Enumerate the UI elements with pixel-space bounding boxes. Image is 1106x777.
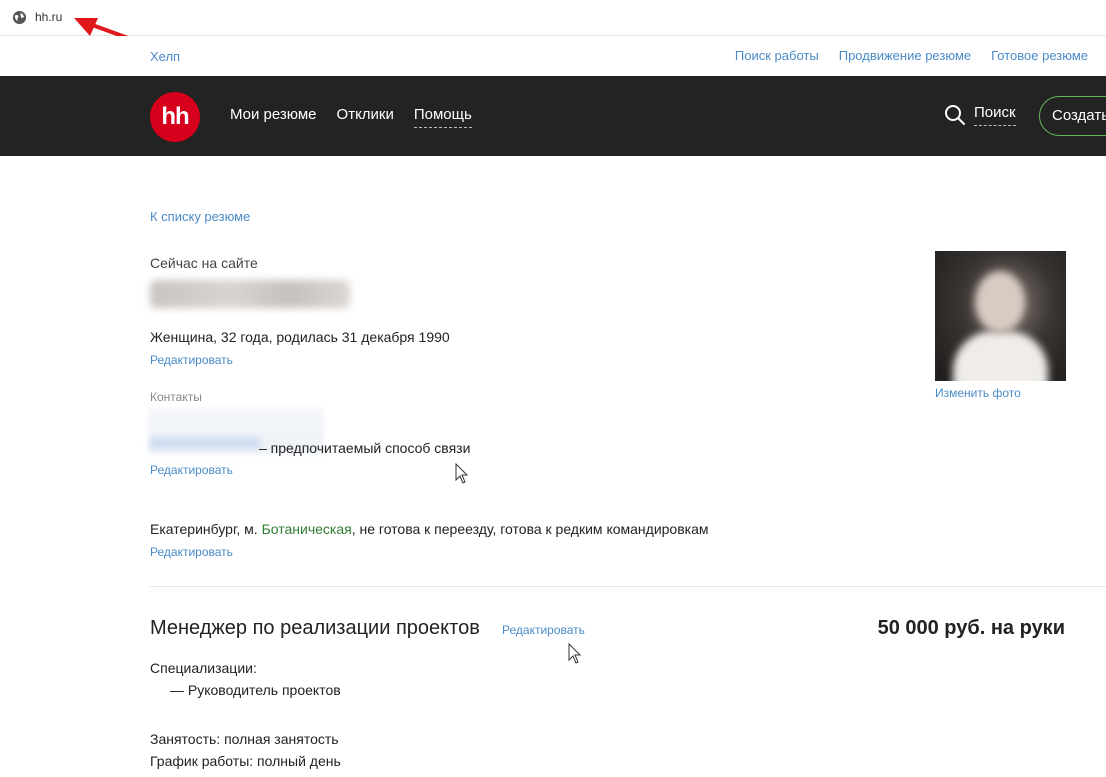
candidate-bio: Женщина, 32 года, родилась 31 декабря 19…: [150, 329, 450, 345]
mouse-cursor-icon: [455, 463, 469, 484]
edit-position-link[interactable]: Редактировать: [502, 623, 585, 637]
search-icon: [945, 105, 965, 125]
mouse-cursor-icon: [568, 643, 582, 664]
search-button[interactable]: Поиск: [944, 104, 1016, 126]
position-title: Менеджер по реализации проектов: [150, 617, 480, 639]
change-photo-link[interactable]: Изменить фото: [935, 386, 1021, 400]
hh-logo[interactable]: hh: [150, 92, 200, 142]
contacts-label: Контакты: [150, 390, 202, 404]
main-nav: Мои резюме Отклики Помощь: [230, 106, 472, 128]
work-schedule: График работы: полный день: [150, 753, 341, 769]
create-resume-button[interactable]: Создать: [1039, 96, 1106, 136]
contact-preference: – предпочитаемый способ связи: [259, 440, 471, 456]
back-to-resumes-link[interactable]: К списку резюме: [150, 209, 250, 224]
location-info: Екатеринбург, м. Ботаническая, не готова…: [150, 521, 709, 537]
edit-contacts-link[interactable]: Редактировать: [150, 463, 233, 477]
location-city: Екатеринбург, м.: [150, 521, 262, 537]
globe-icon: [12, 10, 27, 25]
specialization-item: — Руководитель проектов: [170, 682, 341, 698]
top-navigation: Хелп Поиск работы Продвижение резюме Гот…: [0, 36, 1106, 76]
find-job-link[interactable]: Поиск работы: [735, 48, 819, 63]
metro-station[interactable]: Ботаническая: [262, 521, 352, 537]
top-links: Поиск работы Продвижение резюме Готовое …: [735, 48, 1088, 63]
location-rest: , не готова к переезду, готова к редким …: [351, 521, 709, 537]
section-divider: [150, 586, 1106, 587]
nav-help[interactable]: Помощь: [413, 106, 472, 128]
employment-type: Занятость: полная занятость: [150, 731, 339, 747]
candidate-name: [150, 280, 350, 308]
url-text[interactable]: hh.ru: [35, 10, 62, 24]
specializations-label: Специализации:: [150, 660, 257, 676]
ready-resume-link[interactable]: Готовое резюме: [991, 48, 1088, 63]
help-link[interactable]: Хелп: [150, 49, 180, 64]
online-status: Сейчас на сайте: [150, 255, 258, 271]
salary: 50 000 руб. на руки: [877, 617, 1065, 639]
name-text-blurred: [150, 280, 350, 308]
promote-resume-link[interactable]: Продвижение резюме: [839, 48, 971, 63]
edit-personal-link[interactable]: Редактировать: [150, 353, 233, 367]
nav-my-resumes[interactable]: Мои резюме: [230, 106, 317, 128]
candidate-photo: [935, 251, 1066, 381]
edit-location-link[interactable]: Редактировать: [150, 545, 233, 559]
nav-responses[interactable]: Отклики: [337, 106, 394, 128]
site-header: hh Мои резюме Отклики Помощь Поиск Созда…: [0, 76, 1106, 156]
search-label: Поиск: [974, 104, 1016, 126]
